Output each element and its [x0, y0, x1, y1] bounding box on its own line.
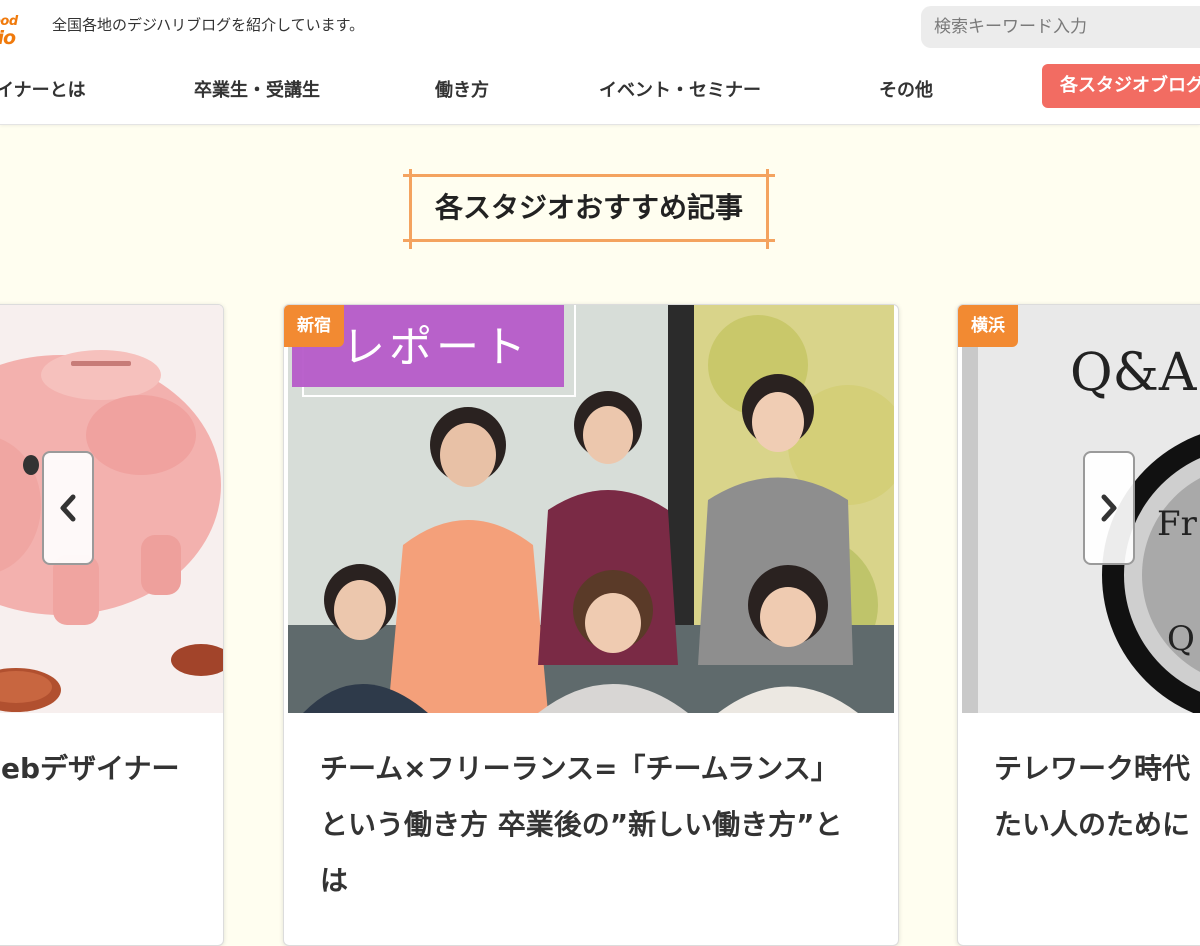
article-card[interactable]: Fr Q Q&A 横浜 テレワーク時代 たい人のために — [957, 304, 1200, 946]
report-label: レポート — [342, 323, 530, 373]
carousel-prev-button[interactable] — [42, 451, 94, 565]
nav-item-about-designer[interactable]: イナーとは — [0, 76, 86, 102]
site-logo[interactable]: ood lio — [0, 14, 32, 49]
location-tag-yokohama[interactable]: 横浜 — [958, 305, 1018, 347]
chevron-left-icon — [60, 494, 76, 522]
nav-item-graduates[interactable]: 卒業生・受講生 — [194, 76, 320, 102]
article-title[interactable]: ebデザイナー — [1, 741, 179, 797]
article-title-line: たい人のために — [994, 808, 1191, 841]
article-title-line: チーム×フリーランス=「チームランス」 — [320, 752, 839, 785]
article-title-line: という働き方 卒業後の”新しい働き方”と — [320, 808, 843, 841]
article-title-line: は — [320, 864, 349, 897]
article-title[interactable]: チーム×フリーランス=「チームランス」 という働き方 卒業後の”新しい働き方”と… — [320, 741, 843, 909]
article-card[interactable]: レポート 新宿 チーム×フリーランス=「チームランス」 という働き方 卒業後の”… — [283, 304, 899, 946]
svg-text:Q: Q — [1167, 619, 1195, 659]
nav-item-events[interactable]: イベント・セミナー — [599, 76, 761, 102]
article-title-line: テレワーク時代 — [994, 752, 1191, 785]
svg-text:Fr: Fr — [1157, 504, 1198, 544]
article-title-line: ebデザイナー — [1, 752, 180, 785]
article-thumbnail-piggy-bank — [0, 305, 223, 713]
logo-text-bottom: lio — [0, 27, 16, 49]
piggy-bank-illustration — [0, 305, 223, 713]
nav-item-work-style[interactable]: 働き方 — [435, 76, 489, 102]
section-title-text: 各スタジオおすすめ記事 — [434, 191, 743, 224]
location-tag-shinjuku[interactable]: 新宿 — [284, 305, 344, 347]
section-title: 各スタジオおすすめ記事 — [403, 169, 775, 249]
article-title[interactable]: テレワーク時代 たい人のために — [994, 741, 1190, 853]
carousel-next-button[interactable] — [1083, 451, 1135, 565]
nav-item-other[interactable]: その他 — [879, 76, 933, 102]
article-card[interactable]: ebデザイナー — [0, 304, 224, 946]
search-input[interactable] — [921, 6, 1200, 48]
qa-label: Q&A — [1070, 343, 1197, 403]
article-thumbnail-group-photo: レポート — [288, 305, 894, 713]
site-header: ood lio 全国各地のデジハリブログを紹介しています。 イナーとは 卒業生・… — [0, 0, 1200, 125]
chevron-right-icon — [1101, 494, 1117, 522]
article-thumbnail-qa: Fr Q Q&A — [962, 305, 1200, 713]
studio-blogs-button[interactable]: 各スタジオブログ — [1042, 64, 1200, 108]
site-tagline: 全国各地のデジハリブログを紹介しています。 — [52, 16, 365, 34]
